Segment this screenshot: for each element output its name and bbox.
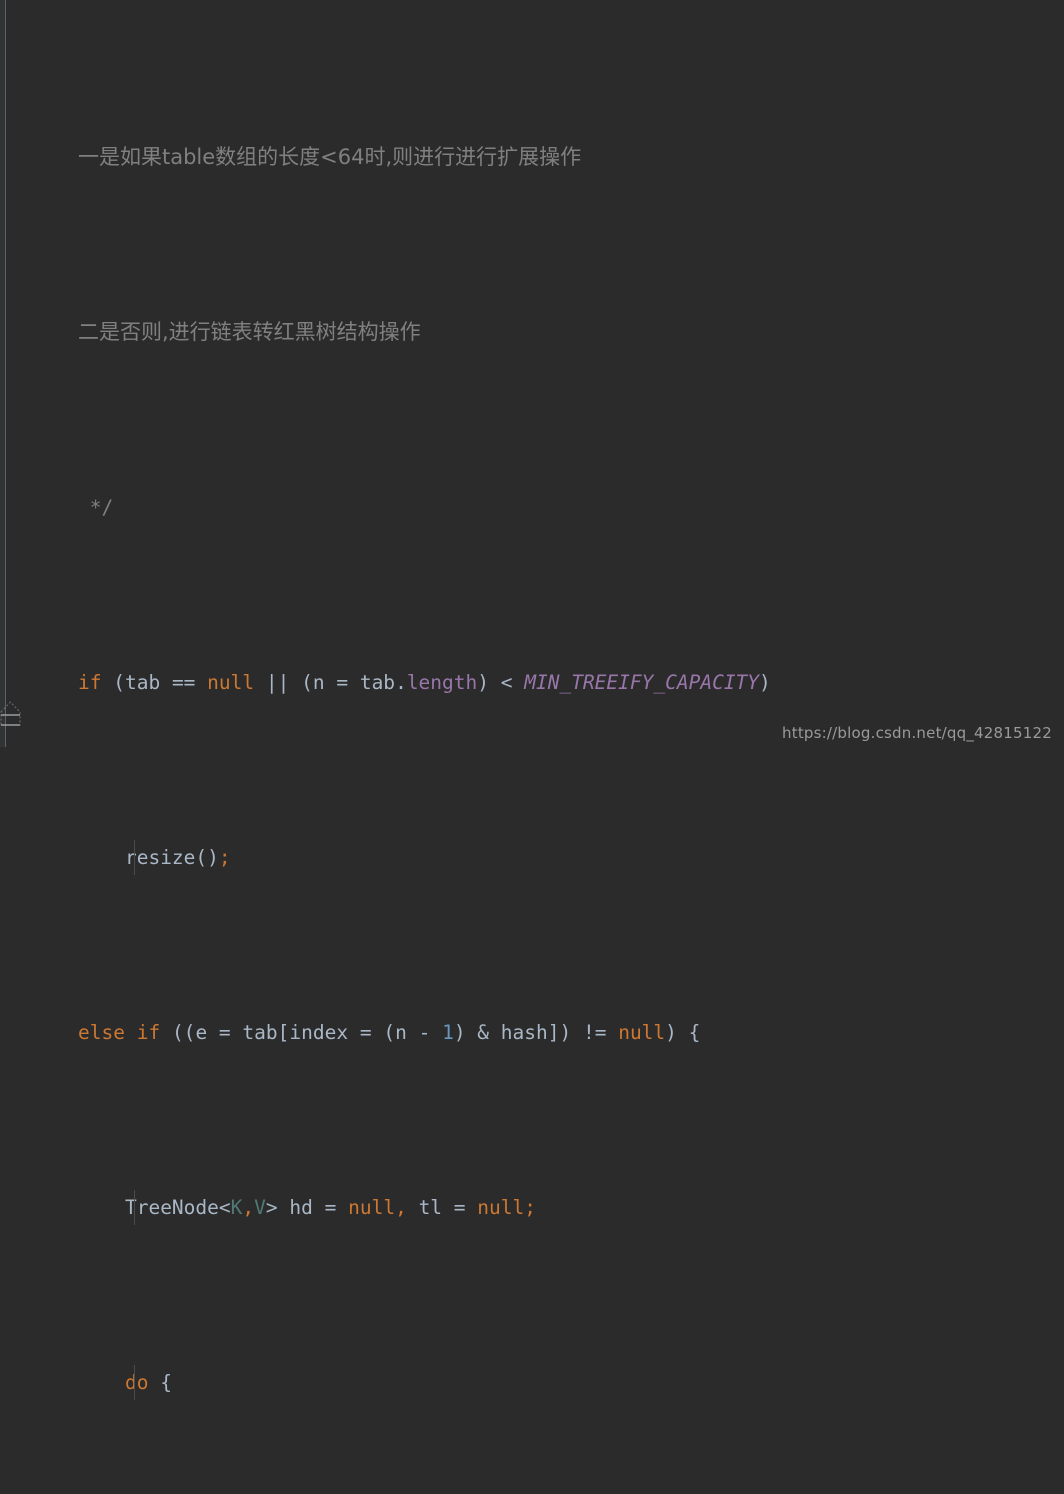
operator: = (	[348, 1021, 396, 1044]
operator: =	[324, 671, 360, 694]
number-1: 1	[442, 1021, 454, 1044]
semicolon: ;	[218, 846, 231, 869]
keyword-do: do	[124, 1371, 149, 1394]
constant-min-treeify-capacity: MIN_TREEIFY_CAPACITY	[524, 671, 760, 694]
indent-guide	[134, 1190, 135, 1225]
indent-guide	[134, 840, 135, 875]
indent-guide	[134, 1365, 135, 1400]
keyword-null: null	[348, 1196, 396, 1219]
keyword-null: null	[618, 1021, 666, 1044]
punct: ) {	[665, 1021, 701, 1044]
operator: ) &	[453, 1021, 501, 1044]
var-hd: hd	[289, 1196, 313, 1219]
code-line[interactable]: */	[0, 490, 1064, 525]
operator: =	[312, 1196, 349, 1219]
operator: -	[406, 1021, 443, 1044]
code-line[interactable]: resize();	[0, 840, 1064, 875]
var-index: index	[289, 1021, 349, 1044]
operator: || (	[254, 671, 313, 694]
code-line[interactable]: do {	[0, 1365, 1064, 1400]
operator: ) <	[477, 671, 525, 694]
punct: [	[277, 1021, 290, 1044]
var-e: e	[195, 1021, 208, 1044]
keyword-if: if	[78, 671, 102, 694]
type-param-k: K	[230, 1196, 243, 1219]
operator: ==	[160, 671, 208, 694]
punct-comma: ,	[395, 1196, 407, 1219]
var-tab: tab	[242, 1021, 278, 1044]
code-line[interactable]: 二是否则,进行链表转红黑树结构操作	[0, 315, 1064, 350]
code-line[interactable]: if (tab == null || (n = tab.length) < MI…	[0, 665, 1064, 700]
punct: .	[395, 671, 407, 694]
var-n: n	[395, 1021, 407, 1044]
field-length: length	[406, 671, 478, 694]
punct: <	[218, 1196, 231, 1219]
comment-text: 二是否则,进行链表转红黑树结构操作	[78, 320, 421, 344]
keyword-else: else	[78, 1021, 125, 1044]
watermark-url: https://blog.csdn.net/qq_42815122	[782, 724, 1052, 742]
operator: =	[442, 1196, 478, 1219]
var-n: n	[312, 671, 325, 694]
var-tab: tab	[124, 671, 161, 694]
code-content[interactable]: 一是如果table数组的长度<64时,则进行进行扩展操作 二是否则,进行链表转红…	[0, 0, 1064, 1400]
var-hash: hash	[500, 1021, 548, 1044]
operator: =	[207, 1021, 243, 1044]
keyword-null: null	[207, 671, 255, 694]
method-resize: resize	[124, 846, 196, 869]
semicolon: ;	[524, 1196, 536, 1219]
var-tab: tab	[359, 671, 396, 694]
punct: ()	[195, 846, 219, 869]
punct: ((	[160, 1021, 196, 1044]
type-param-v: V	[254, 1196, 266, 1219]
punct: {	[148, 1371, 172, 1394]
code-editor[interactable]: 一是如果table数组的长度<64时,则进行进行扩展操作 二是否则,进行链表转红…	[0, 0, 1064, 1400]
var-tl: tl	[418, 1196, 443, 1219]
type-treenode: TreeNode	[124, 1196, 219, 1219]
code-line[interactable]: else if ((e = tab[index = (n - 1) & hash…	[0, 1015, 1064, 1050]
comment-terminator: */	[78, 496, 114, 519]
code-line[interactable]: 一是如果table数组的长度<64时,则进行进行扩展操作	[0, 140, 1064, 175]
operator: ]) !=	[547, 1021, 619, 1044]
code-line[interactable]: TreeNode<K,V> hd = null, tl = null;	[0, 1190, 1064, 1225]
keyword-null: null	[477, 1196, 525, 1219]
punct-comma: ,	[242, 1196, 255, 1219]
punct: )	[759, 671, 771, 694]
punct: (	[101, 671, 125, 694]
comment-text: 一是如果table数组的长度<64时,则进行进行扩展操作	[78, 145, 582, 169]
keyword-if: if	[136, 1021, 161, 1044]
punct: >	[265, 1196, 290, 1219]
